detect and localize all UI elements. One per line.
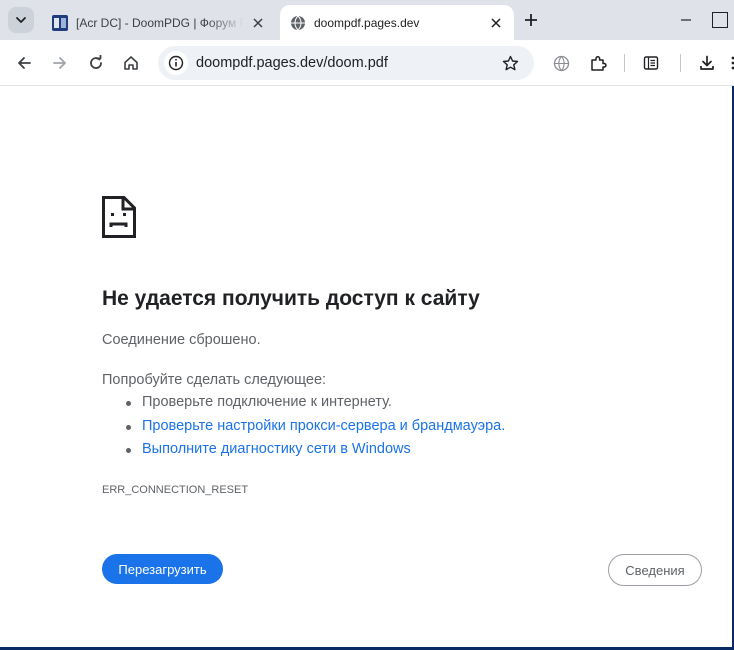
- bookmark-button[interactable]: [500, 53, 520, 73]
- reading-list-button[interactable]: [640, 52, 662, 74]
- forward-button[interactable]: [49, 52, 71, 74]
- reload-icon: [90, 55, 102, 69]
- acrobat-forum-icon: [52, 14, 68, 31]
- info-icon: [168, 55, 184, 71]
- browser-toolbar: doompdf.pages.dev/doom.pdf: [0, 40, 734, 86]
- extensions-button[interactable]: [587, 52, 609, 74]
- address-bar[interactable]: doompdf.pages.dev/doom.pdf: [158, 46, 534, 80]
- error-description: Соединение сброшено.: [102, 332, 261, 348]
- arrow-left-icon: [18, 57, 31, 69]
- downloads-button[interactable]: [696, 52, 718, 74]
- minimize-button[interactable]: [676, 10, 696, 30]
- download-icon: [700, 55, 714, 70]
- puzzle-icon: [590, 55, 607, 71]
- translate-button[interactable]: [550, 52, 572, 74]
- maximize-button[interactable]: [712, 12, 728, 28]
- tab-search-button[interactable]: [8, 7, 34, 33]
- home-icon: [124, 56, 138, 70]
- error-heading: Не удается получить доступ к сайту: [102, 287, 480, 310]
- close-icon: [253, 17, 263, 28]
- chevron-down-icon: [16, 17, 26, 23]
- reload-button[interactable]: [85, 52, 107, 74]
- tab-title: doompdf.pages.dev: [314, 15, 420, 30]
- close-tab-button[interactable]: [488, 15, 504, 31]
- toolbar-divider: [624, 54, 625, 72]
- close-icon: [491, 17, 501, 28]
- sad-page-icon: [102, 196, 136, 238]
- globe-icon: [291, 15, 305, 30]
- suggestions-list: Проверьте подключение к интернету. Прове…: [122, 394, 505, 465]
- tab-title: [Acr DC] - DoomPDG | Форум Р: [76, 15, 244, 30]
- close-tab-button[interactable]: [250, 15, 266, 31]
- error-code: ERR_CONNECTION_RESET: [102, 484, 249, 496]
- plus-icon: [525, 14, 537, 26]
- site-info-button[interactable]: [164, 51, 188, 75]
- back-button[interactable]: [13, 52, 35, 74]
- arrow-right-icon: [53, 57, 66, 69]
- minimize-icon: [681, 19, 691, 21]
- details-button[interactable]: Сведения: [608, 554, 702, 586]
- tab-doompdf[interactable]: doompdf.pages.dev: [280, 5, 514, 40]
- tab-strip: [Acr DC] - DoomPDG | Форум Р doompdf.pag…: [0, 0, 734, 40]
- suggestion-check-connection: Проверьте подключение к интернету.: [122, 394, 505, 418]
- globe-icon: [553, 55, 569, 71]
- toolbar-divider: [680, 54, 681, 72]
- star-icon: [502, 55, 518, 70]
- reload-page-button[interactable]: Перезагрузить: [102, 554, 223, 584]
- suggestions-label: Попробуйте сделать следующее:: [102, 372, 327, 388]
- tab-acrobat-forum[interactable]: [Acr DC] - DoomPDG | Форум Р: [42, 5, 276, 40]
- suggestion-check-proxy-link[interactable]: Проверьте настройки прокси-сервера и бра…: [122, 418, 505, 442]
- suggestion-network-diagnostics-link[interactable]: Выполните диагностику сети в Windows: [122, 441, 505, 465]
- url-text[interactable]: doompdf.pages.dev/doom.pdf: [196, 55, 388, 71]
- new-tab-button[interactable]: [522, 11, 540, 29]
- menu-icon: [731, 56, 734, 70]
- menu-button[interactable]: [726, 52, 734, 74]
- home-button[interactable]: [120, 52, 142, 74]
- reading-list-icon: [643, 56, 659, 70]
